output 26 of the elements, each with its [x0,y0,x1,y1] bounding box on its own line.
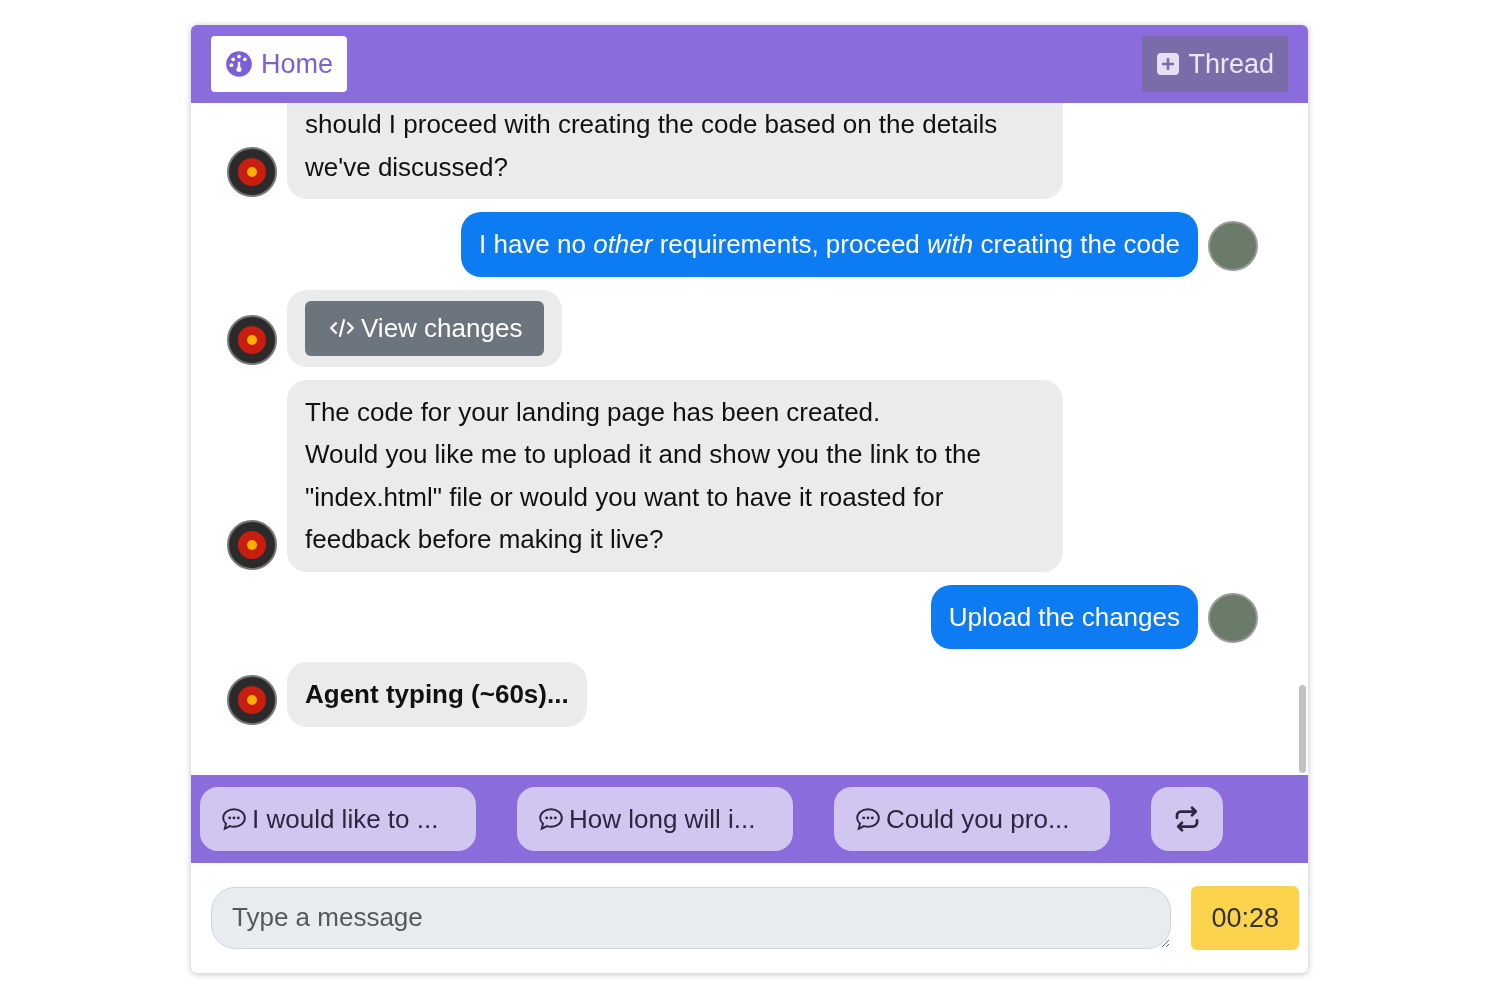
plus-icon [1156,52,1181,76]
home-button[interactable]: Home [211,36,348,92]
speech-bubble-icon [220,806,248,832]
agent-avatar-icon [227,314,277,365]
agent-avatar-icon [227,147,277,197]
message-input[interactable]: Type a message [211,887,1172,949]
typing-indicator: Agent typing (~60s)... [287,662,587,727]
agent-avatar-icon [227,519,277,570]
message-bubble: The code for your landing page has been created. Would you like me to upload it and show you the link to the "index.html" file or would you want to have it roasted for feedback before making it live? [287,379,1063,572]
view-changes-button[interactable]: View changes [305,300,545,356]
message-bubble: Upload the changes [930,584,1198,649]
message-bubble: should I proceed with creating the code based on the details we've discussed? [287,103,1063,199]
refresh-button[interactable] [1151,787,1223,851]
new-thread-button[interactable]: Thread [1142,36,1288,92]
user-avatar [1208,593,1258,643]
speech-bubble-icon [537,806,565,832]
timer-badge: 00:28 [1191,886,1299,950]
suggestion-chip[interactable]: I would like to ... [200,787,476,851]
agent-avatar-icon [227,674,277,725]
suggestion-chip[interactable]: Could you pro... [834,787,1110,851]
message-bubble: I have no other requirements, proceed with creating the code [461,212,1198,277]
speech-bubble-icon [854,806,882,832]
dashboard-icon [225,50,253,78]
scrollbar-thumb[interactable] [1299,685,1306,773]
user-avatar [1208,220,1258,271]
suggestion-chip[interactable]: How long will i... [517,787,793,851]
